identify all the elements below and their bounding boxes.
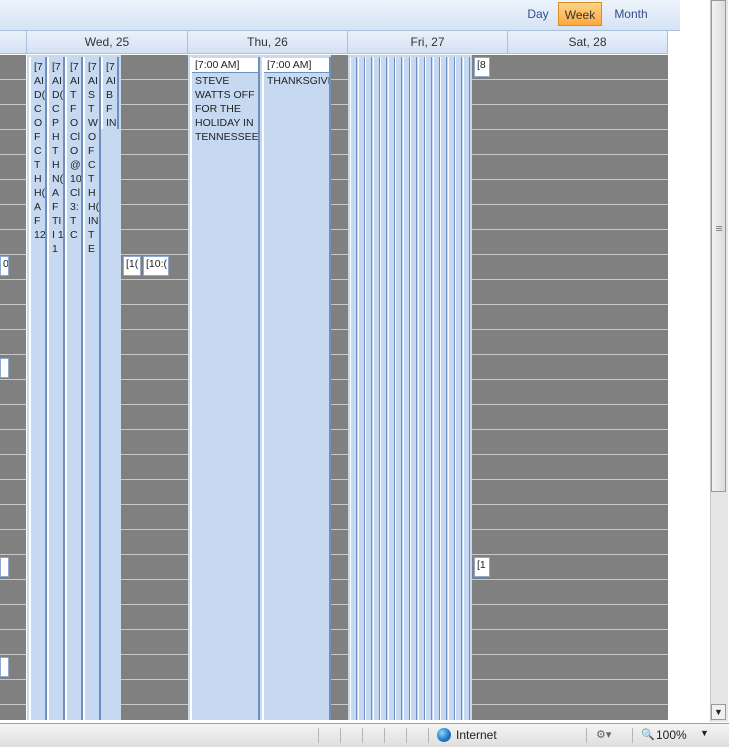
status-divider (586, 728, 587, 743)
protected-mode-icon[interactable]: ⚙▾ (596, 728, 611, 741)
view-week-button[interactable]: Week (558, 2, 602, 26)
day-header-sat[interactable]: Sat, 28 (508, 31, 668, 54)
fri-event-7[interactable] (395, 57, 402, 720)
fri-event-12[interactable] (432, 57, 440, 720)
event-text: [7 AI D( C PH TH N( AF TII 11 (52, 61, 64, 255)
scroll-down-icon[interactable]: ▼ (711, 704, 726, 720)
event-fragment-left[interactable] (0, 557, 9, 577)
status-divider (406, 728, 407, 743)
day-column-thu[interactable] (331, 55, 348, 720)
globe-icon (437, 728, 451, 742)
event-time: [7:00 AM] (267, 59, 312, 71)
browser-status-bar: Internet ⚙▾ 🔍 100% ▼ (0, 723, 729, 747)
day-header-prev (0, 31, 27, 54)
view-month-button[interactable]: Month (606, 2, 656, 26)
fri-event-16[interactable] (462, 57, 470, 720)
fri-event-10[interactable] (417, 57, 425, 720)
wed-event-4[interactable]: [7 AI ST W O FC TH H( IN TE (83, 57, 101, 720)
status-divider (340, 728, 341, 743)
fri-event-14[interactable] (447, 57, 455, 720)
thu-event-thanksgiving[interactable]: [7:00 AM] THANKSGIVI (262, 57, 331, 720)
event-fragment-left[interactable] (0, 358, 9, 378)
grid-right-gutter (668, 55, 680, 720)
event-text: [7 AI TF O Cl O @ 10 Cl 3: TC (70, 61, 82, 241)
day-column-prev[interactable] (0, 55, 26, 720)
thu-event-steve-watts[interactable]: [7:00 AM] STEVE WATTS OFF FOR THE HOLIDA… (190, 57, 260, 720)
status-divider (384, 728, 385, 743)
event-fragment-left[interactable]: 0 (0, 256, 9, 276)
day-header-wed[interactable]: Wed, 25 (27, 31, 188, 54)
day-header-thu[interactable]: Thu, 26 (188, 31, 348, 54)
fri-event-2[interactable] (357, 57, 365, 720)
event-text: [7 AI ST W O FC TH H( IN TE (88, 61, 100, 255)
status-divider (318, 728, 319, 743)
calendar-toolbar: Day Week Month (0, 0, 680, 31)
scrollbar-thumb[interactable] (711, 0, 726, 492)
view-day-button[interactable]: Day (522, 2, 554, 26)
fri-event-11[interactable] (425, 57, 432, 720)
wed-event-2[interactable]: [7 AI D( C PH TH N( AF TII 11 (47, 57, 65, 720)
grip-icon (716, 226, 722, 227)
fri-event-1[interactable] (350, 57, 357, 720)
fri-event-6[interactable] (387, 57, 395, 720)
fri-event-3[interactable] (365, 57, 372, 720)
fri-event-5[interactable] (380, 57, 387, 720)
zoom-icon: 🔍 (641, 729, 655, 741)
wed-event-3[interactable]: [7 AI TF O Cl O @ 10 Cl 3: TC (65, 57, 83, 720)
fri-event-15[interactable] (455, 57, 462, 720)
wed-event-5[interactable]: [7 AI BF IN CA (101, 57, 119, 129)
fri-small-event-1[interactable]: [8 (474, 57, 490, 77)
event-time: [7:00 AM] (195, 59, 240, 71)
wed-event-1[interactable]: [7 AI D( C O FC TH H( AF 12 (29, 57, 47, 720)
status-divider (362, 728, 363, 743)
day-header-fri[interactable]: Fri, 27 (348, 31, 508, 54)
status-divider (428, 728, 429, 743)
fri-event-9[interactable] (410, 57, 417, 720)
security-zone-label: Internet (456, 728, 497, 742)
status-divider (632, 728, 633, 743)
fri-event-4[interactable] (372, 57, 380, 720)
zoom-dropdown-icon[interactable]: ▼ (700, 728, 709, 738)
day-column-fri[interactable] (472, 55, 508, 720)
fri-small-event-2[interactable]: [1 (474, 557, 490, 577)
fri-event-13[interactable] (440, 57, 447, 720)
wed-small-event-1[interactable]: [1( (123, 256, 141, 276)
day-column-wed[interactable] (121, 55, 188, 720)
event-text: THANKSGIVI (267, 75, 331, 87)
day-column-sat[interactable] (508, 55, 668, 720)
event-text: [7 AI BF IN CA (106, 61, 117, 129)
event-text: [7 AI D( C O FC TH H( AF 12 (34, 61, 46, 241)
wed-small-event-2[interactable]: [10:( (143, 256, 169, 276)
event-text: STEVE WATTS OFF FOR THE HOLIDAY IN TENNE… (195, 75, 259, 143)
fri-event-8[interactable] (402, 57, 410, 720)
zoom-level[interactable]: 100% (656, 728, 687, 742)
event-fragment-left[interactable] (0, 657, 9, 677)
